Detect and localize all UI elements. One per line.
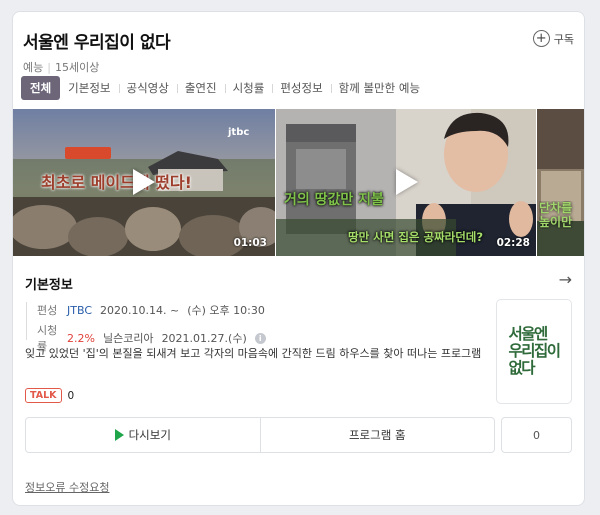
- video-thumbnail-2[interactable]: 거의 땅값만 지불 땅만 사면 집은 공짜라던데? 02:28: [276, 109, 536, 256]
- poster-line-1: 서울엔: [508, 325, 548, 343]
- tab-all[interactable]: 전체: [21, 76, 61, 100]
- broadcast-schedule: (수) 오후 10:30: [187, 304, 265, 317]
- talk-badge[interactable]: TALK: [25, 388, 62, 403]
- video-2-caption: 거의 땅값만 지불: [284, 192, 384, 208]
- rating-source: 닐슨코리아: [102, 332, 154, 345]
- program-tabs: 전체 기본정보 공식영상 출연진 시청률 편성정보 함께 볼만한 예능: [21, 76, 428, 100]
- card-header: 서울엔 우리집이 없다 예능 | 15세이상 + 구독: [23, 28, 574, 74]
- section-title-basic-info[interactable]: 기본정보: [25, 274, 73, 293]
- genre-label: 예능: [23, 61, 44, 74]
- info-divider-line: [26, 302, 27, 340]
- tab-basic-info[interactable]: 기본정보: [60, 76, 118, 100]
- replay-label: 다시보기: [128, 428, 171, 442]
- tab-related-shows[interactable]: 함께 볼만한 예능: [330, 76, 428, 100]
- video-3-caption: 단차를 높이만: [539, 201, 573, 229]
- program-description: 잊고 있었던 '집'의 본질을 되새겨 보고 각자의 마음속에 간직한 드림 하…: [25, 347, 482, 360]
- broadcast-info-row: 편성 JTBC 2020.10.14. ~ (수) 오후 10:30: [29, 302, 273, 318]
- report-error-link[interactable]: 정보오류 수정요청: [25, 479, 109, 495]
- play-icon: [133, 169, 155, 195]
- tab-official-videos[interactable]: 공식영상: [118, 76, 177, 100]
- program-home-label: 프로그램 홈: [348, 428, 406, 442]
- meta-divider: |: [47, 61, 51, 74]
- info-icon[interactable]: i: [254, 332, 266, 344]
- play-icon: [396, 169, 418, 195]
- tab-cast[interactable]: 출연진: [176, 76, 225, 100]
- video-2-subcaption: 땅만 사면 집은 공짜라던데?: [348, 230, 484, 244]
- rating-value: 2.2%: [67, 331, 95, 345]
- arrow-right-icon[interactable]: →: [559, 270, 572, 289]
- program-card: 서울엔 우리집이 없다 예능 | 15세이상 + 구독 전체 기본정보 공식영상 출…: [12, 11, 585, 506]
- replay-play-icon: [114, 429, 124, 441]
- video-3-image: [537, 109, 584, 256]
- channel-link[interactable]: JTBC: [67, 304, 92, 317]
- subscribe-button[interactable]: + 구독: [532, 30, 574, 47]
- poster-line-2: 우리집이: [508, 342, 561, 360]
- action-buttons: 다시보기 프로그램 홈: [25, 417, 495, 453]
- tab-schedule[interactable]: 편성정보: [272, 76, 330, 100]
- broadcast-date: 2020.10.14. ~: [100, 303, 180, 317]
- program-poster[interactable]: 서울엔 우리집이 없다: [496, 299, 572, 404]
- like-count: 0: [533, 428, 540, 442]
- plus-icon: +: [532, 30, 550, 47]
- program-title[interactable]: 서울엔 우리집이 없다: [23, 28, 574, 53]
- age-rating-label: 15세이상: [54, 61, 100, 74]
- like-count-button[interactable]: 0: [501, 417, 572, 453]
- talk-row: TALK 0: [25, 388, 74, 403]
- poster-logo: 서울엔 우리집이 없다: [508, 325, 561, 377]
- program-meta: 예능 | 15세이상: [23, 59, 574, 75]
- svg-text:jtbc: jtbc: [227, 127, 249, 138]
- talk-count: 0: [67, 389, 75, 402]
- poster-line-3: 없다: [508, 359, 535, 377]
- program-home-button[interactable]: 프로그램 홈: [259, 418, 495, 452]
- subscribe-label: 구독: [553, 32, 574, 46]
- video-1-caption: 최초로 메이드에 떴다!: [41, 173, 192, 192]
- video-duration: 01:03: [233, 237, 267, 249]
- tab-ratings[interactable]: 시청률: [224, 76, 273, 100]
- rating-date: 2021.01.27.(수): [161, 332, 247, 345]
- video-thumbnail-3[interactable]: 단차를 높이만: [537, 109, 584, 256]
- video-thumbnail-1[interactable]: jtbc 최초로 메이드에 떴다! 01:03: [13, 109, 275, 256]
- replay-button[interactable]: 다시보기: [26, 418, 260, 452]
- broadcast-label: 편성: [37, 304, 58, 317]
- video-duration: 02:28: [496, 237, 530, 249]
- video-carousel: jtbc 최초로 메이드에 떴다! 01:03 거의 땅값만 지불 땅만 사면 …: [13, 109, 584, 256]
